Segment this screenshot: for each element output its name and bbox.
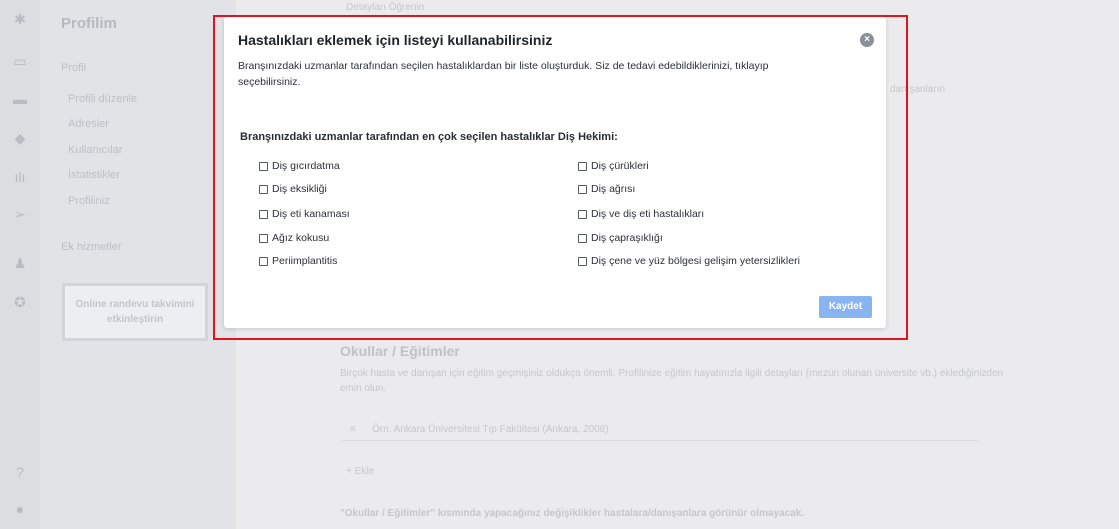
- send-icon[interactable]: ➢: [12, 207, 28, 221]
- footer-note: "Okullar / Eğitimler" kısmında yapacağın…: [340, 508, 805, 519]
- sidebar-section-profile: Profil: [61, 62, 87, 74]
- online-calendar-cta[interactable]: Online randevu takvimini etkinleştirin: [62, 283, 208, 341]
- sidebar-section-extra: Ek hizmetler: [61, 241, 122, 253]
- checkbox[interactable]: [578, 209, 587, 219]
- option-dis-agrisi[interactable]: Diş ağrısı: [578, 183, 635, 195]
- add-school-button[interactable]: + Ekle: [346, 466, 374, 477]
- option-label: Diş eti kanaması: [272, 208, 350, 220]
- stats-icon[interactable]: ılı: [12, 170, 28, 184]
- checkbox[interactable]: [259, 233, 268, 243]
- checkbox[interactable]: [578, 256, 587, 266]
- sidebar-item-edit-profile[interactable]: Profili düzenle: [68, 93, 137, 105]
- option-label: Diş ağrısı: [591, 183, 636, 195]
- sidebar-item-users[interactable]: Kullanıcılar: [68, 144, 122, 156]
- help-icon[interactable]: ?: [12, 465, 28, 479]
- sidebar-title: Profilim: [61, 15, 117, 32]
- option-label: Diş eksikliği: [272, 183, 327, 195]
- icon-rail: ✱ ▭ ▬ ◆ ılı ➢ ♟ ✪ ? ●: [0, 0, 40, 529]
- option-dis-eksikligi[interactable]: Diş eksikliği: [259, 183, 327, 195]
- close-icon[interactable]: ×: [860, 33, 874, 47]
- schools-description: Birçok hasta ve danışan için eğitim geçm…: [340, 368, 1004, 394]
- option-dis-curukleri[interactable]: Diş çürükleri: [578, 160, 649, 172]
- sidebar-item-your-profile[interactable]: Profiliniz: [68, 195, 110, 207]
- option-dis-gicirdatma[interactable]: Diş gıcırdatma: [259, 160, 340, 172]
- modal-title: Hastalıkları eklemek için listeyi kullan…: [238, 32, 553, 48]
- badge-icon[interactable]: ✪: [12, 295, 28, 309]
- list-heading: Branşınızdaki uzmanlar tarafından en çok…: [240, 131, 618, 143]
- option-label: Diş ve diş eti hastalıkları: [591, 208, 705, 220]
- option-dis-ve-dis-eti-hastaliklari[interactable]: Diş ve diş eti hastalıkları: [578, 208, 704, 220]
- school-input-value: Örn. Ankara Üniversitesi Tıp Fakültesi (…: [372, 424, 609, 435]
- profile-icon[interactable]: ●: [12, 502, 28, 516]
- option-dis-eti-kanamasi[interactable]: Diş eti kanaması: [259, 208, 350, 220]
- checkbox[interactable]: [259, 184, 268, 194]
- option-periimplantitis[interactable]: Periimplantitis: [259, 255, 337, 267]
- logo-asterisk-icon[interactable]: ✱: [12, 12, 28, 26]
- option-label: Diş çapraşıklığı: [591, 232, 663, 244]
- background-snippet: danışanların: [890, 84, 946, 95]
- users-icon[interactable]: ◆: [12, 131, 28, 145]
- checkbox[interactable]: [259, 209, 268, 219]
- option-label: Ağız kokusu: [272, 232, 330, 244]
- option-dis-cene-yuz-gelisim[interactable]: Diş çene ve yüz bölgesi gelişim yetersiz…: [578, 255, 800, 267]
- option-label: Diş çürükleri: [591, 160, 649, 172]
- modal-description: Branşınızdaki uzmanlar tarafından seçile…: [238, 60, 769, 88]
- diseases-modal: Hastalıkları eklemek için listeyi kullan…: [224, 17, 886, 328]
- sidebar: Profilim Profil Profili düzenle Adresler…: [40, 0, 236, 529]
- checkbox[interactable]: [578, 233, 587, 243]
- checkbox[interactable]: [259, 161, 268, 171]
- option-label: Diş çene ve yüz bölgesi gelişim yetersiz…: [591, 255, 800, 267]
- calendar-icon[interactable]: ▭: [12, 54, 28, 68]
- save-button[interactable]: Kaydet: [819, 296, 872, 318]
- checkbox[interactable]: [578, 161, 587, 171]
- schools-heading: Okullar / Eğitimler: [340, 343, 460, 359]
- school-input[interactable]: ≡ Örn. Ankara Üniversitesi Tıp Fakültesi…: [342, 420, 978, 441]
- checkbox[interactable]: [259, 256, 268, 266]
- doctor-icon[interactable]: ♟: [12, 256, 28, 270]
- option-dis-caprasikligi[interactable]: Diş çapraşıklığı: [578, 232, 663, 244]
- option-agiz-kokusu[interactable]: Ağız kokusu: [259, 232, 329, 244]
- checkbox[interactable]: [578, 184, 587, 194]
- details-link[interactable]: Detayları Öğrenin: [346, 2, 424, 13]
- drag-handle-icon[interactable]: ≡: [350, 424, 356, 435]
- option-label: Diş gıcırdatma: [272, 160, 340, 172]
- sidebar-item-addresses[interactable]: Adresler: [68, 118, 109, 130]
- option-label: Periimplantitis: [272, 255, 338, 267]
- chat-icon[interactable]: ▬: [12, 92, 28, 106]
- sidebar-item-statistics[interactable]: İstatistikler: [68, 169, 120, 181]
